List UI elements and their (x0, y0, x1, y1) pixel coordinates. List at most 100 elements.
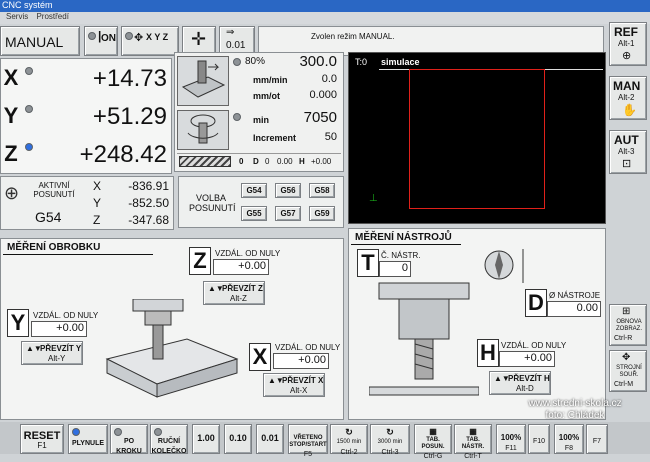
pos-value-z: +248.42 (79, 141, 167, 168)
active-offset-value-x: -836.91 (128, 179, 169, 193)
continuous-led (72, 428, 80, 436)
simulation-view[interactable]: T:0 simulace ⊥ (348, 52, 606, 224)
sim-axes-icon: ⊥ (369, 193, 378, 204)
workpiece-title: MĚŘENÍ OBROBKU (3, 241, 153, 255)
aut-button[interactable]: AUT Alt-3 ⊡ (609, 130, 647, 174)
spindle-illustration-icon (187, 114, 219, 144)
tool-meas-title: MĚŘENÍ NÁSTROJŮ (351, 231, 461, 245)
spindle-unit: min (253, 115, 270, 125)
take-x-label: PŘEVZÍT X (282, 376, 324, 385)
refresh-label: OBNOVA ZOBRAZ. (615, 319, 642, 332)
wp-z-axis-label: Z (189, 247, 211, 275)
spindle-3000-button[interactable]: ↻ 3000 min Ctrl-3 (370, 424, 410, 456)
tool-table-hint: Ctrl-T (464, 453, 482, 460)
spindle-icon (177, 110, 229, 150)
spindle-3000-hint: Ctrl-3 (381, 449, 399, 456)
feed-percent: 80% (245, 56, 266, 67)
tool-row: 0 D 0 0.00 H +0.00 (177, 153, 341, 169)
rotate-fast-icon: ↻ (386, 427, 394, 437)
rotate-icon: ↻ (345, 427, 353, 437)
take-h-button[interactable]: ▲▼ PŘEVZÍT H Alt-D (489, 371, 551, 395)
wp-y-value: +0.00 (31, 321, 87, 337)
machine-coords-hint: Ctrl-M (614, 381, 634, 388)
refresh-display-button[interactable]: ⊞ OBNOVA ZOBRAZ. Ctrl-R (609, 304, 647, 346)
tool-row-tool: 0 (239, 157, 244, 166)
step-001-button[interactable]: 0.01 (256, 424, 284, 454)
take-z-label: PŘEVZÍT Z (222, 284, 263, 293)
machine-coords-button[interactable]: ✥ STROJNÍ SOUŘ. Ctrl-M (609, 350, 647, 392)
feed-mmot-value: 0.000 (309, 89, 337, 101)
man-button[interactable]: MAN Alt-2 ✋ (609, 76, 647, 120)
spindle-100-button[interactable]: 100% F8 (554, 424, 584, 454)
axes-label: X Y Z (146, 32, 169, 42)
increment-value: 50 (324, 131, 337, 143)
spindle-value: 7050 (303, 109, 337, 126)
step-1-button[interactable]: 1.00 (192, 424, 220, 454)
position-panel: X +14.73 Y +51.29 Z +248.42 (0, 58, 172, 174)
tool-h-value: +0.00 (499, 351, 555, 367)
axes-led (125, 32, 133, 40)
ref-button[interactable]: REF Alt-1 ⊕ (609, 22, 647, 66)
g57-button[interactable]: G57 (275, 206, 301, 221)
handwheel-button[interactable]: RUČNÍ KOLEČKO (150, 424, 188, 455)
spindle-1500-button[interactable]: ↻ 1500 min Ctrl-2 (330, 424, 368, 456)
step-001-label: 0.01 (261, 433, 279, 443)
active-offset-axis-z: Z (93, 213, 101, 227)
ref-icon: ⊕ (622, 50, 632, 62)
tool-table-button[interactable]: ▦ TAB. NÁSTR. Ctrl-T (454, 424, 492, 460)
title-bar: CNC systém (0, 0, 650, 12)
mode-display: MANUAL (0, 26, 80, 56)
take-y-button[interactable]: ▲▼ PŘEVZÍT Y Alt-Y (21, 341, 83, 365)
take-x-button[interactable]: ▲▼ PŘEVZÍT X Alt-X (263, 373, 325, 397)
spindle-start-stop-label: VŘETENO STOP/START (289, 435, 327, 448)
on-button[interactable]: | ON (84, 26, 118, 56)
active-offset-panel: ⊕ AKTIVNÍ POSUNUTÍ G54 X -836.91 Y -852.… (0, 176, 174, 230)
active-offset-code: G54 (35, 209, 62, 225)
active-offset-axis-y: Y (93, 196, 102, 210)
watermark-line2: foto: Chládek (545, 410, 605, 421)
spindle-start-stop-button[interactable]: VŘETENO STOP/START F5 (288, 424, 328, 458)
offset-origin-icon: ⊕ (4, 183, 20, 203)
spindle-3000-label: 3000 min (377, 439, 403, 445)
feed-100-label: 100% (500, 433, 522, 442)
menu-servis[interactable]: Servis (6, 12, 28, 21)
tool-row-h-label: H (299, 157, 305, 166)
step-01-button[interactable]: 0.10 (224, 424, 252, 454)
reset-button[interactable]: RESET F1 (20, 424, 64, 454)
pos-led-y (25, 105, 33, 113)
axes-button[interactable]: ✥ X Y Z (121, 26, 179, 56)
f7-button[interactable]: F7 (586, 424, 608, 454)
axis-label-z: Z (4, 141, 18, 166)
f7-label: F7 (592, 438, 602, 445)
tool-diam-value: 0.00 (547, 301, 601, 317)
tool-t-label: T (357, 249, 379, 277)
mode-text: MANUAL (5, 34, 64, 50)
offset-table-button[interactable]: ▦ TAB. POSUN. Ctrl-G (414, 424, 452, 460)
wp-z-value: +0.00 (213, 259, 269, 275)
arrows-icon: ⇒ (226, 27, 235, 38)
offset-select-label: VOLBA POSUNUTÍ (189, 193, 236, 213)
g56-button[interactable]: G56 (275, 183, 301, 198)
feed-100-button[interactable]: 100% F11 (496, 424, 526, 454)
active-offset-value-y: -852.50 (128, 196, 169, 210)
pos-row-y: Y +51.29 (1, 99, 171, 135)
continuous-button[interactable]: PLYNULE (68, 424, 108, 454)
g58-button[interactable]: G58 (309, 183, 335, 198)
ref-label: REF (614, 25, 638, 39)
spindle-1500-label: 1500 min (336, 439, 362, 445)
status-text: Zvolen režim MANUAL. (311, 32, 395, 41)
pos-value-y: +51.29 (92, 103, 167, 130)
pos-row-z: Z +248.42 (1, 137, 171, 173)
g55-button[interactable]: G55 (241, 206, 267, 221)
workpiece-illustration (105, 299, 239, 398)
spindle-start-stop-hint: F5 (303, 451, 313, 458)
sim-workpiece-outline (409, 69, 545, 209)
menu-prostredi[interactable]: Prostředí (36, 12, 68, 21)
f10-button[interactable]: F10 (528, 424, 550, 454)
handwheel-label: RUČNÍ KOLEČKO (151, 438, 187, 455)
tool-panel: MĚŘENÍ NÁSTROJŮ T Č. NÁSTR. 0 D Ø NÁSTRO… (348, 228, 606, 420)
f10-label: F10 (532, 438, 546, 445)
step-mode-button[interactable]: PO KROKU (110, 424, 148, 455)
g54-button[interactable]: G54 (241, 183, 267, 198)
g59-button[interactable]: G59 (309, 206, 335, 221)
